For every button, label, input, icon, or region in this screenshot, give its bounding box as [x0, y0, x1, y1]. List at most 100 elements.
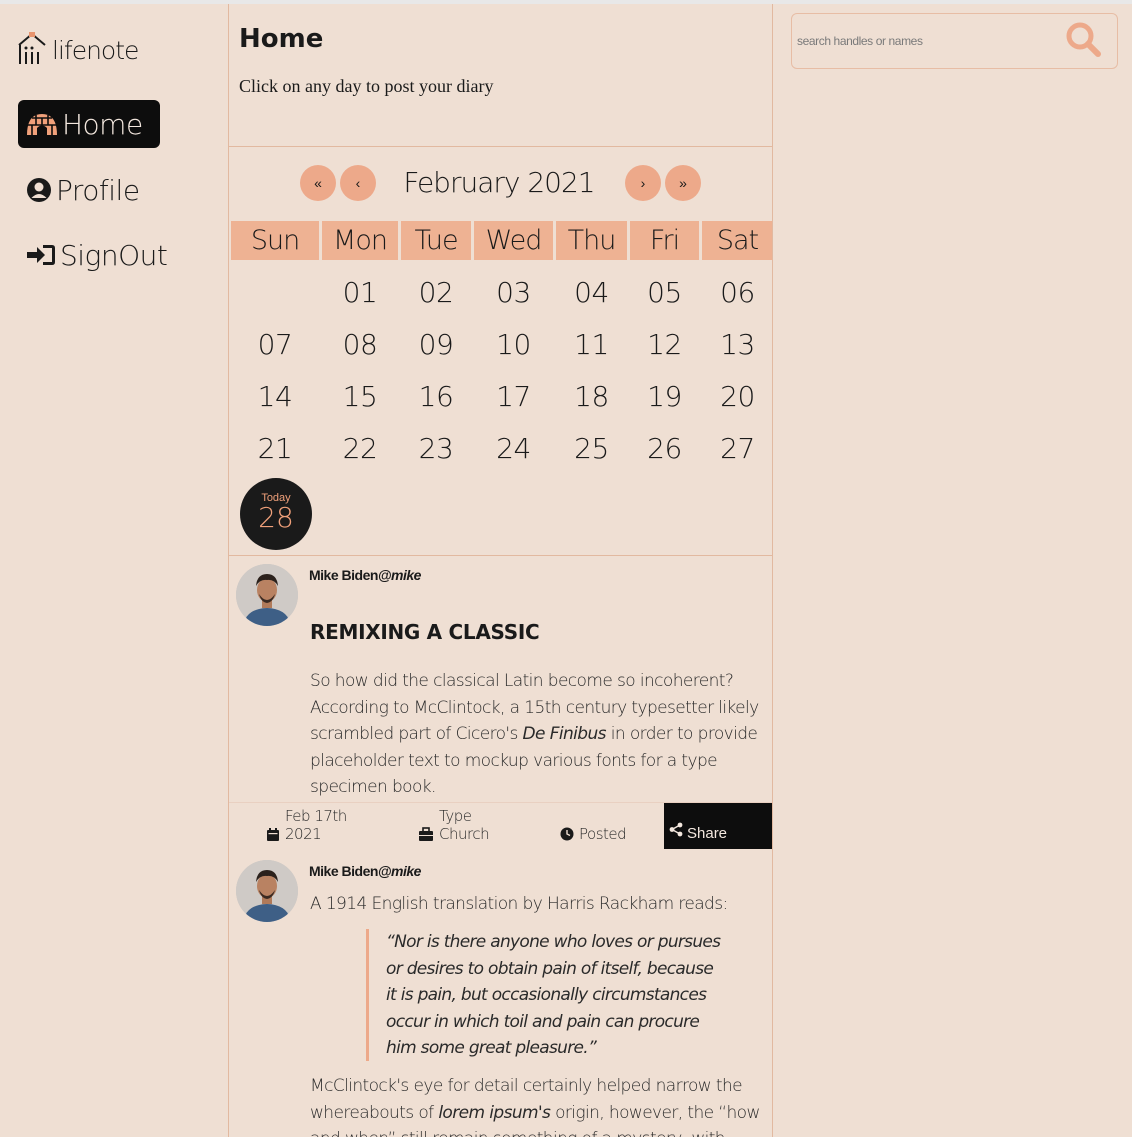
calendar-nav: « ‹ February 2021 › »: [229, 165, 772, 201]
nav-profile[interactable]: Profile: [18, 166, 160, 214]
calendar-day[interactable]: 15: [322, 370, 398, 422]
calendar-week: 21 22 23 24 25 26 27: [231, 422, 772, 474]
avatar-photo-icon: [236, 860, 298, 922]
search-icon[interactable]: [1064, 20, 1104, 65]
first-month-button[interactable]: «: [300, 165, 336, 201]
calendar-day[interactable]: 04: [556, 266, 627, 318]
calendar-day[interactable]: 17: [474, 370, 553, 422]
weekday-sun: Sun: [231, 221, 319, 260]
post-type: Type Church: [418, 807, 490, 843]
calendar-day[interactable]: 20: [702, 370, 772, 422]
post-intro: A 1914 English translation by Harris Rac…: [310, 894, 728, 914]
weekday-fri: Fri: [630, 221, 699, 260]
post-blockquote: “Nor is there anyone who loves or pursue…: [366, 929, 726, 1061]
calendar-day[interactable]: 08: [322, 318, 398, 370]
author-handle: @mike: [377, 567, 422, 583]
last-month-button[interactable]: »: [665, 165, 701, 201]
share-icon: [669, 822, 683, 836]
calendar-day[interactable]: 22: [322, 422, 398, 474]
post-author[interactable]: Mike Biden@mike: [309, 567, 421, 583]
calendar-week: 14 15 16 17 18 19 20: [231, 370, 772, 422]
calendar-day[interactable]: 13: [702, 318, 772, 370]
nav-home[interactable]: Home: [18, 100, 160, 148]
avatar[interactable]: [236, 860, 298, 922]
post-status-label: Posted: [579, 825, 627, 843]
weekday-tue: Tue: [401, 221, 471, 260]
calendar-day[interactable]: 06: [702, 266, 772, 318]
calendar-day[interactable]: 14: [231, 370, 319, 422]
prev-month-button[interactable]: ‹: [340, 165, 376, 201]
calendar-day[interactable]: 09: [401, 318, 471, 370]
post-date-year: 2021: [285, 825, 322, 843]
calendar-day[interactable]: 18: [556, 370, 627, 422]
author-name: Mike Biden: [309, 567, 378, 583]
post-type-value: Church: [439, 825, 490, 843]
page-subtitle: Click on any day to post your diary: [239, 76, 494, 96]
calendar-icon: [267, 827, 279, 841]
logo-text: lifenote: [52, 35, 139, 65]
post-body-emphasis: De Finibus: [522, 724, 607, 744]
calendar-day[interactable]: 11: [556, 318, 627, 370]
calendar-day[interactable]: 21: [231, 422, 319, 474]
search-input[interactable]: [797, 30, 1047, 52]
sign-in-icon: [26, 243, 56, 267]
next-month-button[interactable]: ›: [625, 165, 661, 201]
weekday-thu: Thu: [556, 221, 627, 260]
clock-icon: [560, 827, 574, 841]
page-header: Home Click on any day to post your diary: [229, 4, 772, 147]
post-body: So how did the classical Latin become so…: [310, 668, 760, 801]
weekday-sat: Sat: [702, 221, 772, 260]
nav-profile-label: Profile: [56, 173, 140, 207]
calendar-day[interactable]: 01: [322, 266, 398, 318]
today-day: 28: [258, 501, 294, 534]
post-body: McClintock's eye for detail certainly he…: [310, 1073, 760, 1137]
calendar-day[interactable]: 19: [630, 370, 699, 422]
post-author[interactable]: Mike Biden@mike: [309, 863, 421, 879]
sidebar: lifenote Home Profile SignOut: [0, 4, 228, 1137]
calendar-day[interactable]: 16: [401, 370, 471, 422]
calendar-day[interactable]: 25: [556, 422, 627, 474]
calendar-day[interactable]: 26: [630, 422, 699, 474]
author-name: Mike Biden: [309, 863, 378, 879]
calendar-day[interactable]: 02: [401, 266, 471, 318]
calendar-weekday-header: Sun Mon Tue Wed Thu Fri Sat: [231, 221, 772, 260]
nav-signout[interactable]: SignOut: [18, 231, 168, 279]
weekday-wed: Wed: [474, 221, 553, 260]
page-title: Home: [239, 24, 324, 54]
calendar-week: 07 08 09 10 11 12 13: [231, 318, 772, 370]
briefcase-icon: [419, 826, 433, 841]
calendar-day[interactable]: 03: [474, 266, 553, 318]
diary-post: Mike Biden@mike REMIXING A CLASSIC So ho…: [229, 555, 772, 849]
diary-post: Mike Biden@mike A 1914 English translati…: [229, 847, 772, 1137]
avatar[interactable]: [236, 564, 298, 626]
calendar-day[interactable]: 07: [231, 318, 319, 370]
calendar-grid: 01 02 03 04 05 06 07 08 09 10 11 12 13 1…: [231, 266, 772, 474]
post-type-label: Type: [439, 807, 472, 825]
calendar-day[interactable]: 27: [702, 422, 772, 474]
calendar-day[interactable]: 12: [630, 318, 699, 370]
weekday-mon: Mon: [322, 221, 398, 260]
calendar-today[interactable]: Today 28: [240, 478, 312, 550]
post-date: Feb 17th 2021: [266, 807, 347, 843]
user-circle-icon: [26, 177, 52, 203]
logo[interactable]: lifenote: [16, 30, 139, 70]
author-handle: @mike: [377, 863, 422, 879]
post-body-emphasis: lorem ipsum's: [438, 1102, 551, 1123]
post-status: Posted: [560, 825, 627, 843]
share-button[interactable]: Share: [664, 803, 772, 849]
post-date-day: Feb 17th: [285, 807, 347, 825]
nav-home-label: Home: [62, 107, 143, 141]
calendar-day[interactable]: 23: [401, 422, 471, 474]
calendar-day-empty: [231, 266, 319, 318]
avatar-photo-icon: [236, 564, 298, 626]
calendar-day[interactable]: 24: [474, 422, 553, 474]
nav-signout-label: SignOut: [60, 238, 168, 272]
calendar-day[interactable]: 10: [474, 318, 553, 370]
calendar-month-label: February 2021: [403, 166, 595, 199]
post-title: REMIXING A CLASSIC: [310, 620, 540, 644]
calendar-day[interactable]: 05: [630, 266, 699, 318]
house-logo-icon: [18, 32, 46, 64]
post-footer: Feb 17th 2021 Type Church Posted Share: [229, 802, 772, 849]
calendar-week: 01 02 03 04 05 06: [231, 266, 772, 318]
main-content: Home Click on any day to post your diary…: [228, 4, 773, 1137]
